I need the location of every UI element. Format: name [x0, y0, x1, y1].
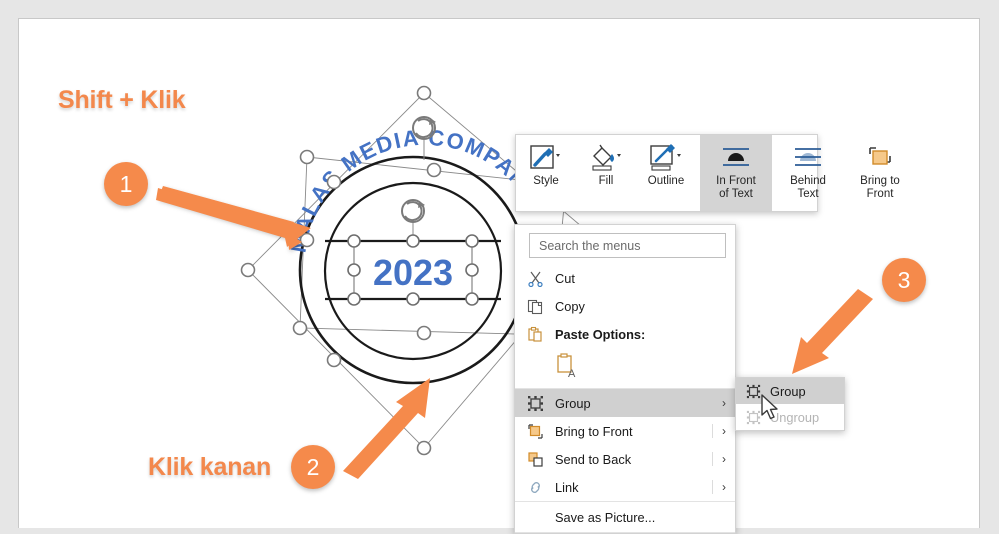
- mini-toolbar-format-group: Style Fill Outline: [516, 135, 696, 211]
- context-menu-item-copy-label: Copy: [555, 298, 585, 314]
- annotation-label-shift-klik: Shift + Klik: [56, 84, 188, 116]
- context-menu-item-bring-to-front[interactable]: Bring to Front ›: [515, 417, 735, 445]
- step-badge-3: 3: [882, 258, 926, 302]
- context-menu-item-copy[interactable]: Copy: [515, 292, 735, 320]
- chevron-right-icon-link: ›: [722, 480, 726, 494]
- context-menu-item-link[interactable]: Link ›: [515, 473, 735, 501]
- copy-icon: [515, 298, 555, 315]
- submenu-item-ungroup: Ungroup: [736, 404, 844, 430]
- paste-text-only-icon[interactable]: A: [555, 352, 581, 385]
- chevron-right-icon-group: ›: [722, 396, 726, 410]
- mini-toolbar-outline-label: Outline: [647, 175, 685, 187]
- mini-toolbar-behind-text-label: Behind Text: [790, 175, 826, 200]
- year-text[interactable]: 2023: [373, 252, 453, 293]
- outline-pen-icon: [648, 141, 684, 175]
- context-menu-item-send-to-back-label: Send to Back: [555, 451, 632, 467]
- context-menu-item-paste-options-label: Paste Options:: [555, 326, 646, 342]
- context-menu-item-send-to-back[interactable]: Send to Back ›: [515, 445, 735, 473]
- mini-toolbar-bring-to-front-button[interactable]: Bring to Front: [844, 135, 916, 211]
- style-brush-icon: [528, 141, 564, 175]
- context-menu-item-bring-to-front-label: Bring to Front: [555, 423, 633, 439]
- search-placeholder-text: Search the menus: [539, 238, 641, 253]
- scissors-icon: [515, 270, 555, 287]
- context-menu-item-group-label: Group: [555, 395, 591, 411]
- step-badge-1: 1: [104, 162, 148, 206]
- mini-toolbar-wrap-group: In Front of Text Behind Text Bring to Fr…: [700, 135, 916, 211]
- arrow-2-shape: [343, 378, 430, 479]
- mini-toolbar-in-front-of-text-button[interactable]: In Front of Text: [700, 135, 772, 211]
- mini-toolbar-outline-button[interactable]: Outline: [636, 135, 696, 211]
- link-icon: [515, 479, 555, 496]
- context-menu-submenu-divider-3: [712, 480, 713, 494]
- fill-bucket-icon: [588, 141, 624, 175]
- context-menu-item-group[interactable]: Group ›: [515, 389, 735, 417]
- search-the-menus-input[interactable]: Search the menus: [529, 233, 726, 258]
- bring-to-front-icon: [863, 141, 897, 175]
- mouse-cursor: [761, 394, 778, 420]
- context-menu-item-link-label: Link: [555, 479, 579, 495]
- context-menu-item-save-as-picture-label: Save as Picture...: [555, 509, 656, 525]
- annotation-label-klik-kanan: Klik kanan: [146, 451, 273, 483]
- submenu-item-group[interactable]: Group: [736, 378, 844, 404]
- behind-text-icon: [791, 141, 825, 175]
- group-icon: [515, 395, 555, 412]
- context-menu-item-paste-options: Paste Options:: [515, 320, 735, 348]
- mini-toolbar-fill-label: Fill: [598, 175, 614, 187]
- in-front-of-text-icon: [719, 141, 753, 175]
- arrow-3-shape: [792, 289, 873, 374]
- context-menu-submenu-divider-2: [712, 452, 713, 466]
- context-menu-item-cut-label: Cut: [555, 270, 575, 286]
- chevron-right-icon-bring-to-front: ›: [722, 424, 726, 438]
- slide-artwork: MALAS MEDIA COMPANY 2023: [156, 85, 873, 479]
- group-submenu: Group Ungroup: [735, 377, 845, 431]
- mini-toolbar-fill-button[interactable]: Fill: [576, 135, 636, 211]
- mini-toolbar-bring-to-front-label: Bring to Front: [860, 175, 900, 200]
- annotation-label-klik-kanan-text: Klik kanan: [146, 451, 273, 483]
- annotation-label-shift-klik-text: Shift + Klik: [56, 84, 188, 116]
- context-menu-submenu-divider-1: [712, 424, 713, 438]
- context-menu: Search the menus Cut Copy Paste Options:…: [514, 224, 736, 534]
- arrow-1-shape: [156, 188, 311, 247]
- context-menu-item-cut[interactable]: Cut: [515, 264, 735, 292]
- mini-toolbar-in-front-of-text-label: In Front of Text: [716, 175, 756, 200]
- send-to-back-icon: [515, 451, 555, 468]
- step-badge-2: 2: [291, 445, 335, 489]
- mini-toolbar-style-label: Style: [533, 175, 559, 187]
- svg-text:A: A: [568, 368, 576, 380]
- chevron-right-icon-send-to-back: ›: [722, 452, 726, 466]
- context-menu-divider-3: [515, 532, 735, 533]
- context-menu-paste-options-row: A: [515, 348, 735, 388]
- mini-toolbar-behind-text-button[interactable]: Behind Text: [772, 135, 844, 211]
- floating-mini-toolbar: Style Fill Outline In Front of Text Behi…: [515, 134, 900, 212]
- clipboard-icon: [515, 326, 555, 343]
- mini-toolbar-style-button[interactable]: Style: [516, 135, 576, 211]
- bring-to-front-icon: [515, 423, 555, 440]
